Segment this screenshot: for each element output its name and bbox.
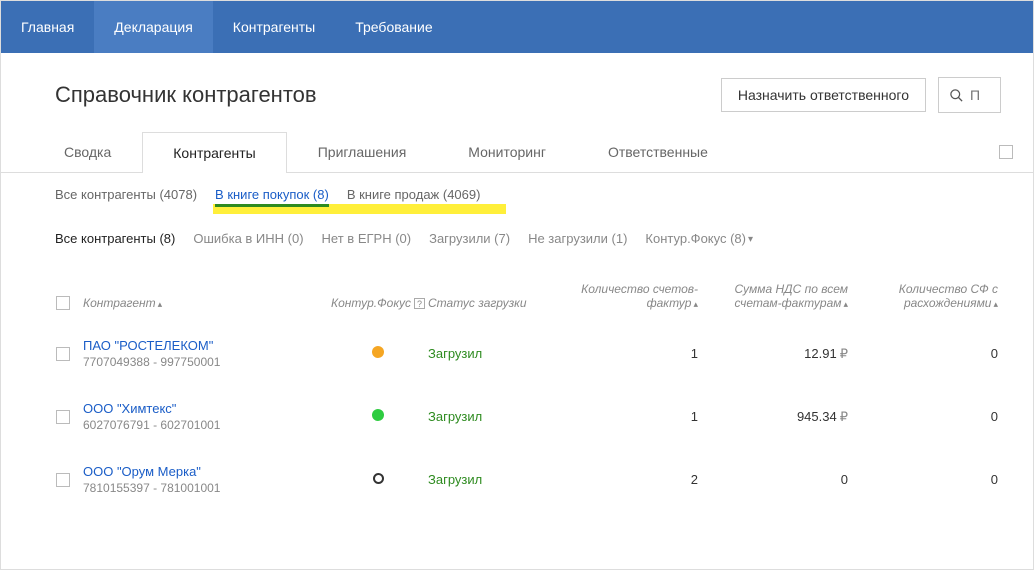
row-checkbox[interactable]: [56, 410, 70, 424]
select-all-checkbox[interactable]: [56, 296, 70, 310]
topnav: Главная Декларация Контрагенты Требовани…: [1, 1, 1033, 53]
row-checkbox[interactable]: [56, 347, 70, 361]
upload-status: Загрузил: [428, 409, 482, 424]
vat-sum: 0: [841, 472, 848, 487]
vat-sum: 12.91: [804, 346, 837, 361]
filter-purchases-book[interactable]: В книге покупок (8): [215, 187, 329, 207]
filter2-loaded[interactable]: Загрузили (7): [429, 231, 510, 246]
invoice-count: 2: [568, 472, 698, 487]
upload-status: Загрузил: [428, 346, 482, 361]
ruble-icon: ₽: [840, 346, 848, 361]
upload-status: Загрузил: [428, 472, 482, 487]
table-row: ООО "Орум Мерка" 7810155397 - 781001001 …: [43, 448, 1033, 511]
counterparty-inn: 7810155397 - 781001001: [83, 481, 328, 495]
nav-counterparties[interactable]: Контрагенты: [213, 1, 335, 53]
filter-all-counterparties[interactable]: Все контрагенты (4078): [55, 187, 197, 207]
assign-responsible-button[interactable]: Назначить ответственного: [721, 78, 926, 112]
page-title: Справочник контрагентов: [55, 82, 709, 108]
filter2-all[interactable]: Все контрагенты (8): [55, 231, 175, 246]
ruble-icon: ₽: [840, 409, 848, 424]
search-input[interactable]: [970, 87, 990, 103]
invoice-count: 1: [568, 409, 698, 424]
counterparty-inn: 7707049388 - 997750001: [83, 355, 328, 369]
book-filters: Все контрагенты (4078) В книге покупок (…: [1, 173, 1033, 217]
search-icon: [949, 88, 964, 103]
th-disc[interactable]: Количество СФ с расхождениями: [899, 282, 998, 310]
discrepancy-count: 0: [848, 409, 998, 424]
nav-requirement[interactable]: Требование: [335, 1, 452, 53]
th-name[interactable]: Контрагент: [83, 296, 156, 310]
chevron-down-icon: ▾: [748, 234, 753, 245]
row-checkbox[interactable]: [56, 473, 70, 487]
filter2-kontur-focus[interactable]: Контур.Фокус (8)▾: [645, 231, 753, 246]
th-focus[interactable]: Контур.Фокус: [331, 296, 411, 310]
filter2-inn-error[interactable]: Ошибка в ИНН (0): [193, 231, 303, 246]
focus-dot-icon: [372, 409, 384, 421]
info-icon[interactable]: ?: [414, 298, 425, 309]
focus-dot-icon: [373, 473, 384, 484]
table-row: ООО "Химтекс" 6027076791 - 602701001 Заг…: [43, 385, 1033, 448]
vat-sum: 945.34: [797, 409, 837, 424]
tab-invitations[interactable]: Приглашения: [287, 131, 438, 172]
th-sum[interactable]: Сумма НДС по всем счетам-фактурам: [735, 282, 848, 310]
tabs-checkbox[interactable]: [999, 145, 1013, 159]
focus-dot-icon: [372, 346, 384, 358]
tab-counterparties[interactable]: Контрагенты: [142, 132, 286, 173]
status-filters: Все контрагенты (8) Ошибка в ИНН (0) Нет…: [1, 217, 1033, 254]
filter2-no-egrn[interactable]: Нет в ЕГРН (0): [322, 231, 412, 246]
search-box[interactable]: [938, 77, 1001, 113]
counterparty-link[interactable]: ООО "Химтекс": [83, 401, 328, 416]
tab-responsible[interactable]: Ответственные: [577, 131, 739, 172]
nav-main[interactable]: Главная: [1, 1, 94, 53]
table-row: ПАО "РОСТЕЛЕКОМ" 7707049388 - 997750001 …: [43, 322, 1033, 385]
counterparty-inn: 6027076791 - 602701001: [83, 418, 328, 432]
filter2-not-loaded[interactable]: Не загрузили (1): [528, 231, 627, 246]
discrepancy-count: 0: [848, 472, 998, 487]
page-header: Справочник контрагентов Назначить ответс…: [1, 53, 1033, 131]
invoice-count: 1: [568, 346, 698, 361]
counterparty-table: Контрагент▴ Контур.Фокус? Статус загрузк…: [1, 254, 1033, 511]
discrepancy-count: 0: [848, 346, 998, 361]
th-count[interactable]: Количество счетов-фактур: [581, 282, 698, 310]
counterparty-link[interactable]: ООО "Орум Мерка": [83, 464, 328, 479]
tab-monitoring[interactable]: Мониторинг: [437, 131, 577, 172]
main-tabs: Сводка Контрагенты Приглашения Мониторин…: [1, 131, 1033, 173]
counterparty-link[interactable]: ПАО "РОСТЕЛЕКОМ": [83, 338, 328, 353]
table-header: Контрагент▴ Контур.Фокус? Статус загрузк…: [43, 274, 1033, 322]
filter-sales-book[interactable]: В книге продаж (4069): [347, 187, 481, 207]
tab-summary[interactable]: Сводка: [33, 131, 142, 172]
th-status[interactable]: Статус загрузки: [428, 296, 527, 310]
nav-declaration[interactable]: Декларация: [94, 1, 213, 53]
